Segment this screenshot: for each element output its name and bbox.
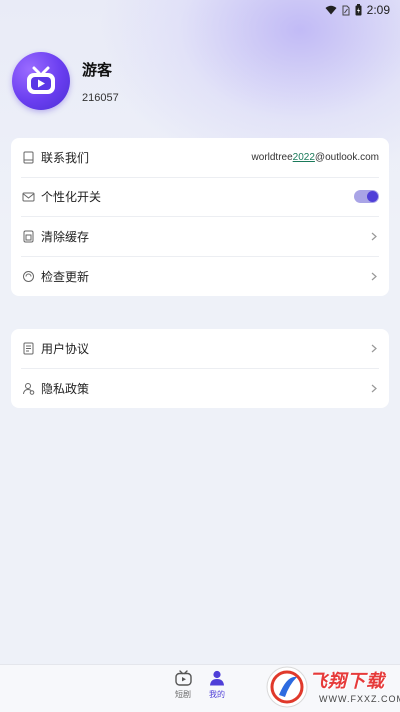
privacy-icon <box>21 381 35 395</box>
contact-label: 联系我们 <box>41 150 90 165</box>
chevron-right-icon <box>369 384 379 393</box>
settings-card: 联系我们 worldtree2022@outlook.com 个性化开关 清除缓… <box>11 138 389 296</box>
sim-icon <box>342 5 350 15</box>
document-icon <box>21 341 35 355</box>
watermark-url: WWW.FXXZ.COM <box>319 694 400 704</box>
tv-logo-icon <box>27 66 55 94</box>
user-agreement-label: 用户协议 <box>41 341 90 356</box>
personalization-label: 个性化开关 <box>41 190 102 205</box>
tv-icon <box>174 670 192 686</box>
user-id: 216057 <box>82 91 119 104</box>
mail-icon <box>21 190 35 204</box>
tab-mine[interactable]: 我的 <box>202 670 232 700</box>
contact-row[interactable]: 联系我们 worldtree2022@outlook.com <box>21 138 379 178</box>
wifi-icon <box>325 5 337 15</box>
status-time: 2:09 <box>366 3 390 17</box>
privacy-policy-label: 隐私政策 <box>41 381 90 396</box>
bottom-tab-bar: 短剧 我的 飞翔下载 WWW.FXXZ.COM <box>0 664 400 712</box>
check-update-label: 检查更新 <box>41 269 90 284</box>
check-update-row[interactable]: 检查更新 <box>21 257 379 297</box>
battery-icon <box>355 4 362 16</box>
username: 游客 <box>82 61 113 79</box>
watermark: 飞翔下载 WWW.FXXZ.COM <box>265 663 400 712</box>
user-agreement-row[interactable]: 用户协议 <box>21 329 379 369</box>
watermark-logo <box>266 666 308 708</box>
clear-cache-row[interactable]: 清除缓存 <box>21 217 379 257</box>
avatar[interactable] <box>12 52 70 110</box>
tab-short-drama-label: 短剧 <box>175 690 191 699</box>
refresh-icon <box>21 269 35 283</box>
contact-icon <box>21 150 35 164</box>
contact-email[interactable]: worldtree2022@outlook.com <box>252 152 379 163</box>
personalization-toggle[interactable] <box>354 190 379 204</box>
tab-short-drama[interactable]: 短剧 <box>168 670 198 700</box>
storage-icon <box>21 229 35 243</box>
chevron-right-icon <box>369 232 379 241</box>
clear-cache-label: 清除缓存 <box>41 229 90 244</box>
personalization-row: 个性化开关 <box>21 178 379 217</box>
legal-card: 用户协议 隐私政策 <box>11 329 389 408</box>
toggle-knob <box>367 191 378 203</box>
watermark-title: 飞翔下载 <box>309 671 385 691</box>
profile-header: 游客 216057 <box>12 52 119 110</box>
user-icon <box>210 670 224 686</box>
chevron-right-icon <box>369 272 379 281</box>
chevron-right-icon <box>369 344 379 353</box>
tab-mine-label: 我的 <box>209 690 225 699</box>
status-bar: 2:09 <box>0 0 400 20</box>
privacy-policy-row[interactable]: 隐私政策 <box>21 369 379 409</box>
